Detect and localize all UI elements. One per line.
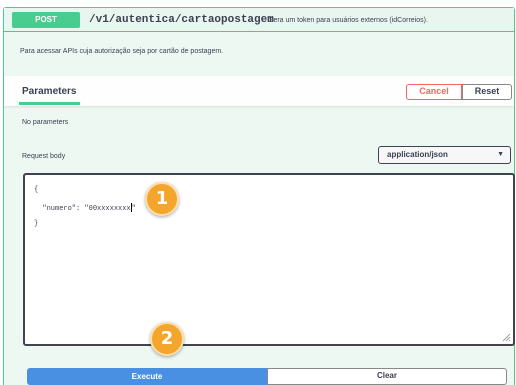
request-body-editor[interactable]: { "numero": "00xxxxxxxx" } — [23, 173, 515, 346]
json-key: "numero": — [42, 205, 81, 213]
parameters-title: Parameters — [22, 86, 77, 97]
code-line-numero: "numero": "00xxxxxxxx" — [34, 203, 136, 213]
code-open-brace: { — [34, 186, 39, 194]
execute-button[interactable]: Execute — [27, 368, 267, 385]
endpoint-path: /v1/autentica/cartaopostagem — [89, 14, 274, 26]
parameters-tab-underline — [19, 102, 80, 105]
content-type-select[interactable]: application/json ▼ — [378, 146, 511, 164]
operation-summary-text: Gera um token para usuários externos (id… — [268, 17, 428, 24]
content-type-value: application/json — [387, 150, 448, 159]
operation-block: POST /v1/autentica/cartaopostagem Gera u… — [3, 7, 515, 385]
annotation-badge-2: 2 — [150, 322, 184, 356]
no-parameters-text: No parameters — [22, 119, 69, 126]
code-close-brace: } — [34, 220, 39, 228]
resize-handle-icon[interactable] — [502, 333, 511, 342]
operation-description: Para acessar APIs cuja autorização seja … — [20, 48, 224, 55]
request-body-label: Request body — [22, 153, 66, 160]
clear-button[interactable]: Clear — [267, 368, 507, 385]
cancel-button[interactable]: Cancel — [406, 84, 462, 100]
json-value: "00xxxxxxxx — [84, 205, 131, 213]
chevron-down-icon: ▼ — [497, 151, 504, 158]
method-badge: POST — [12, 12, 80, 28]
parameters-header: Parameters Cancel Reset — [4, 76, 514, 106]
json-value-quote: " — [131, 205, 136, 213]
operation-summary[interactable]: POST /v1/autentica/cartaopostagem Gera u… — [4, 8, 514, 32]
reset-button[interactable]: Reset — [462, 84, 512, 100]
annotation-badge-1: 1 — [145, 182, 179, 216]
